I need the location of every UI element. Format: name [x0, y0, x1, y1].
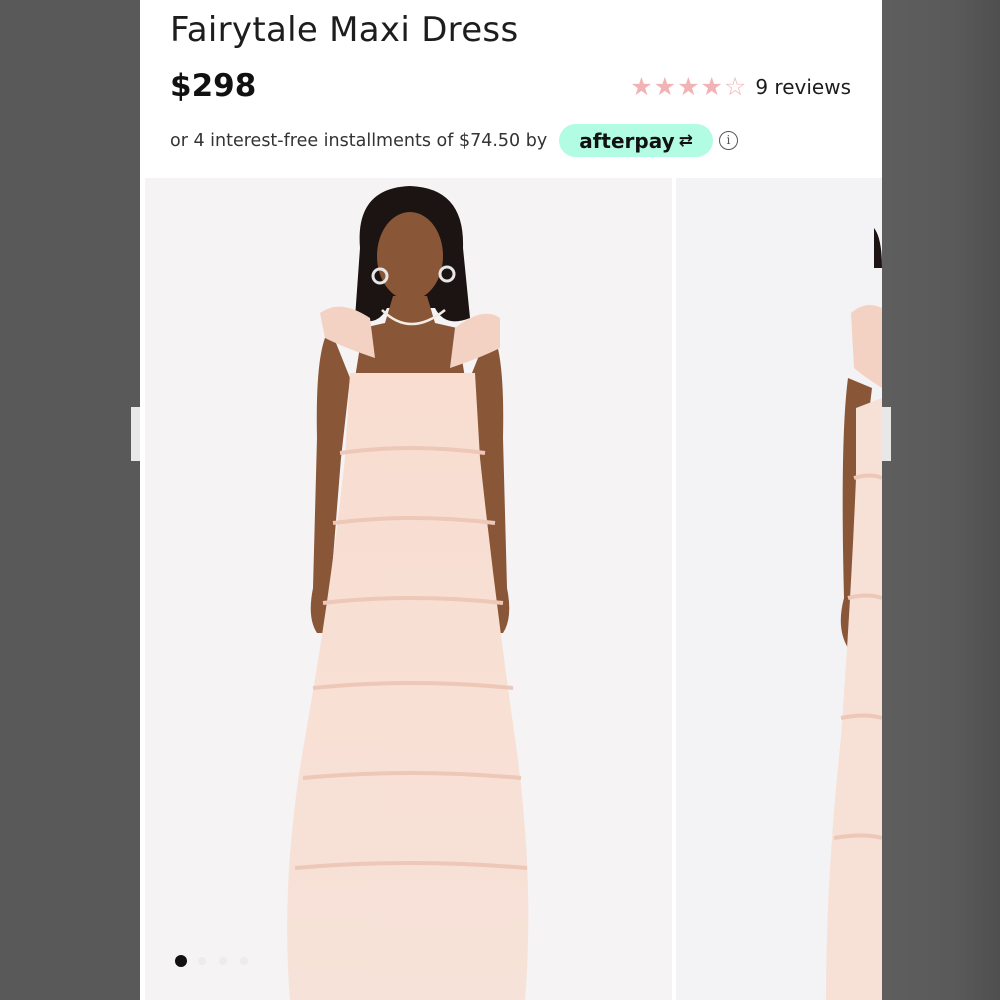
carousel-dot[interactable] — [198, 957, 206, 965]
afterpay-installments: or 4 interest-free installments of $74.5… — [170, 124, 738, 157]
carousel-dot[interactable] — [175, 955, 187, 967]
afterpay-arrow-icon: ⇄ — [678, 130, 693, 151]
background-left — [0, 0, 140, 1000]
product-photo-side[interactable] — [676, 178, 882, 1000]
star-filled-icon: ★ — [630, 72, 653, 101]
resize-handle-right[interactable] — [882, 407, 891, 461]
product-price: $298 — [170, 68, 257, 104]
model-side-image — [826, 228, 882, 1000]
carousel-pagination[interactable] — [175, 955, 261, 967]
info-icon[interactable]: i — [718, 131, 738, 150]
star-filled-icon: ★ — [653, 72, 677, 101]
carousel-dot[interactable] — [240, 957, 248, 965]
background-right — [882, 0, 1000, 1000]
star-rating: ★ ★ ★ ★ ☆ — [630, 73, 747, 101]
star-filled-icon: ★ — [700, 72, 723, 101]
resize-handle-left[interactable] — [131, 407, 140, 461]
installments-text: or 4 interest-free installments of $74.5… — [170, 130, 548, 151]
reviews-link[interactable]: 9 reviews — [755, 75, 851, 99]
rating-summary[interactable]: ★ ★ ★ ★ ☆ 9 reviews — [630, 73, 851, 101]
product-photo-front[interactable] — [145, 178, 672, 1000]
star-empty-icon: ☆ — [723, 72, 747, 101]
product-image-carousel[interactable] — [140, 178, 882, 1000]
product-title: Fairytale Maxi Dress — [170, 10, 519, 50]
afterpay-label: afterpay — [579, 128, 675, 153]
afterpay-logo[interactable]: afterpay ⇄ — [559, 124, 713, 157]
model-in-dress-image — [287, 186, 529, 1000]
product-page: Fairytale Maxi Dress $298 ★ ★ ★ ★ ☆ 9 review… — [140, 0, 882, 1000]
star-filled-icon: ★ — [677, 72, 700, 101]
carousel-dot[interactable] — [219, 957, 227, 965]
